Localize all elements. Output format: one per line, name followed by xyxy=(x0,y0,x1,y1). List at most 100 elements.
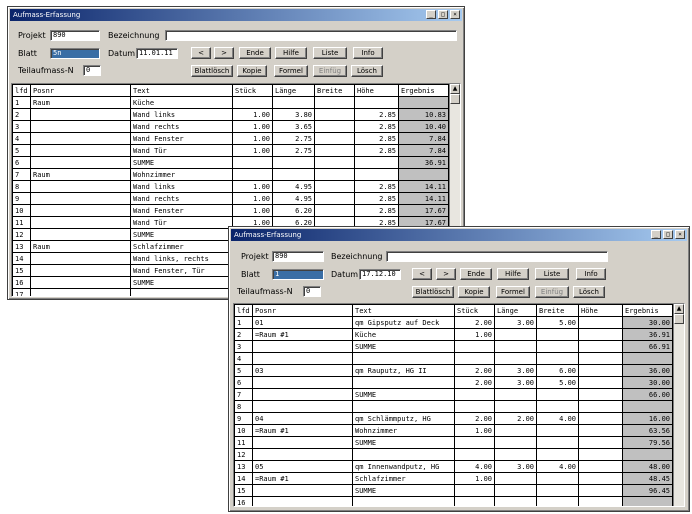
table-cell[interactable]: 5.00 xyxy=(536,376,579,389)
maximize-icon[interactable]: □ xyxy=(663,230,673,239)
table-cell[interactable] xyxy=(232,96,273,109)
table-cell[interactable]: SUMME xyxy=(130,228,233,241)
table-cell[interactable]: 3.00 xyxy=(494,376,537,389)
table-cell[interactable] xyxy=(578,400,623,413)
table-row[interactable]: 7 Raum Wohnzimmer xyxy=(12,168,449,181)
table-cell[interactable]: 17 xyxy=(12,288,31,296)
table-cell[interactable]: SUMME xyxy=(130,276,233,289)
table-row[interactable]: 5 Wand Tür 1.00 2.75 2.85 7.84 xyxy=(12,144,449,157)
table-cell[interactable]: 5 xyxy=(234,364,253,377)
table-cell[interactable]: 7.84 xyxy=(398,132,449,145)
table-cell[interactable] xyxy=(536,424,579,437)
table-cell[interactable] xyxy=(30,288,131,296)
table-cell[interactable] xyxy=(454,436,495,449)
table-cell[interactable]: 5 xyxy=(12,144,31,157)
table-cell[interactable]: Wohnzimmer xyxy=(352,424,455,437)
table-cell[interactable]: 48.45 xyxy=(622,472,673,485)
table-cell[interactable]: 04 xyxy=(252,412,353,425)
table-cell[interactable]: Wand links, rechts xyxy=(130,252,233,265)
table-row[interactable]: 15 SUMME 96.45 xyxy=(234,484,673,497)
table-cell[interactable] xyxy=(578,364,623,377)
table-cell[interactable] xyxy=(30,132,131,145)
table-cell[interactable] xyxy=(578,316,623,329)
table-cell[interactable]: 1.00 xyxy=(454,424,495,437)
table-cell[interactable] xyxy=(536,436,579,449)
table-cell[interactable]: SUMME xyxy=(352,436,455,449)
table-cell[interactable] xyxy=(252,352,353,365)
table-row[interactable]: 9 Wand rechts 1.00 4.95 2.85 14.11 xyxy=(12,192,449,205)
table-cell[interactable]: 1 xyxy=(234,316,253,329)
table-cell[interactable]: 2.85 xyxy=(354,132,399,145)
table-cell[interactable] xyxy=(578,340,623,353)
table-row[interactable]: 7 SUMME 66.00 xyxy=(234,388,673,401)
table-cell[interactable] xyxy=(578,352,623,365)
table-cell[interactable]: Raum xyxy=(30,240,131,253)
table-cell[interactable] xyxy=(494,484,537,497)
table-cell[interactable]: 7.84 xyxy=(398,144,449,157)
table-cell[interactable]: 10.40 xyxy=(398,120,449,133)
table-cell[interactable] xyxy=(30,252,131,265)
table-cell[interactable]: 03 xyxy=(252,364,353,377)
einfueg-button[interactable]: Einfüg xyxy=(313,65,347,77)
table-cell[interactable] xyxy=(494,340,537,353)
table-cell[interactable]: 6.00 xyxy=(536,364,579,377)
table-cell[interactable]: Küche xyxy=(352,328,455,341)
table-cell[interactable]: qm Rauputz, HG II xyxy=(352,364,455,377)
table-cell[interactable]: 5.00 xyxy=(536,316,579,329)
table-cell[interactable]: 2 xyxy=(12,108,31,121)
table-cell[interactable] xyxy=(536,328,579,341)
table-row[interactable]: 9 04 qm Schlämmputz, HG 2.00 2.00 4.00 16.00 xyxy=(234,412,673,425)
table-cell[interactable] xyxy=(314,96,355,109)
table-cell[interactable] xyxy=(272,96,315,109)
table-cell[interactable]: 15 xyxy=(234,484,253,497)
table-cell[interactable]: 2.85 xyxy=(354,144,399,157)
table-row[interactable]: 3 SUMME 66.91 xyxy=(234,340,673,353)
table-cell[interactable]: 11 xyxy=(12,216,31,229)
table-cell[interactable]: 3.65 xyxy=(272,120,315,133)
table-cell[interactable]: 3.00 xyxy=(494,364,537,377)
table-cell[interactable]: =Raum #1 xyxy=(252,424,353,437)
table-cell[interactable]: 4 xyxy=(12,132,31,145)
table-cell[interactable]: Schlafzimmer xyxy=(352,472,455,485)
table-cell[interactable] xyxy=(272,156,315,169)
table-cell[interactable] xyxy=(352,376,455,389)
table-cell[interactable] xyxy=(622,448,673,461)
table-cell[interactable]: 1.00 xyxy=(232,108,273,121)
table-cell[interactable]: 10 xyxy=(234,424,253,437)
table-cell[interactable] xyxy=(30,276,131,289)
table-cell[interactable]: 4.00 xyxy=(536,412,579,425)
table-cell[interactable]: 10.83 xyxy=(398,108,449,121)
minimize-icon[interactable]: _ xyxy=(651,230,661,239)
table-cell[interactable] xyxy=(622,496,673,506)
table-row[interactable]: 10 =Raum #1 Wohnzimmer 1.00 63.56 xyxy=(234,424,673,437)
table-cell[interactable] xyxy=(30,144,131,157)
formel-button[interactable]: Formel xyxy=(274,65,308,77)
table-cell[interactable]: 16.00 xyxy=(622,412,673,425)
kopie-button[interactable]: Kopie xyxy=(237,65,267,77)
vertical-scrollbar[interactable]: ▲ xyxy=(673,304,684,506)
table-cell[interactable]: 4.00 xyxy=(454,460,495,473)
info-button[interactable]: Info xyxy=(353,47,383,59)
table-cell[interactable] xyxy=(454,388,495,401)
table-cell[interactable]: 7 xyxy=(234,388,253,401)
table-cell[interactable]: 9 xyxy=(234,412,253,425)
table-cell[interactable] xyxy=(578,436,623,449)
table-cell[interactable]: 1.00 xyxy=(232,204,273,217)
table-cell[interactable]: 6 xyxy=(12,156,31,169)
table-cell[interactable] xyxy=(578,388,623,401)
bezeichnung-field[interactable] xyxy=(386,251,608,262)
table-cell[interactable]: 2 xyxy=(234,328,253,341)
scroll-up-icon[interactable]: ▲ xyxy=(450,84,460,94)
table-cell[interactable] xyxy=(252,496,353,506)
table-cell[interactable] xyxy=(314,204,355,217)
table-cell[interactable]: 96.45 xyxy=(622,484,673,497)
table-cell[interactable]: 63.56 xyxy=(622,424,673,437)
table-cell[interactable] xyxy=(30,264,131,277)
table-cell[interactable] xyxy=(314,192,355,205)
scroll-up-icon[interactable]: ▲ xyxy=(674,304,684,314)
table-cell[interactable]: 14 xyxy=(12,252,31,265)
table-cell[interactable] xyxy=(536,484,579,497)
table-cell[interactable] xyxy=(494,328,537,341)
table-cell[interactable]: 66.00 xyxy=(622,388,673,401)
table-cell[interactable]: 3.80 xyxy=(272,108,315,121)
